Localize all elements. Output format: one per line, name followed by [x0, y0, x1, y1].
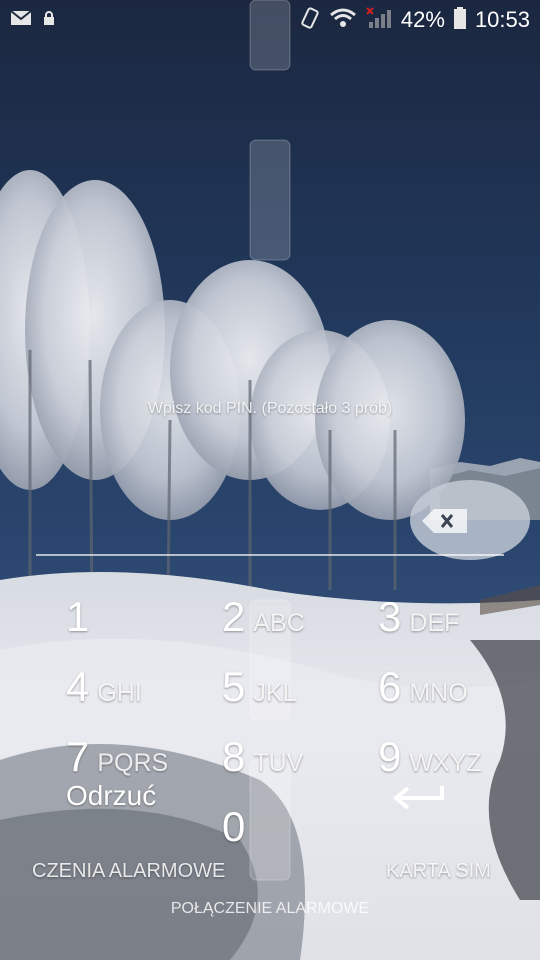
- status-right: 42% 10:53: [299, 6, 530, 35]
- key-letters: DEF: [409, 609, 460, 637]
- key-letters: MNO: [409, 679, 468, 707]
- key-letters: JKL: [253, 679, 297, 707]
- status-bar: 42% 10:53: [0, 0, 540, 40]
- key-digit: 0: [222, 803, 246, 850]
- pin-entry-underline: [36, 554, 504, 556]
- key-0[interactable]: 0: [222, 784, 372, 848]
- key-2[interactable]: 2 ABC: [222, 574, 372, 638]
- return-arrow-icon: [392, 786, 444, 810]
- key-1[interactable]: 1: [66, 574, 216, 638]
- key-digit: 3: [378, 593, 402, 640]
- bottom-emergency-call[interactable]: POŁĄCZENIE ALARMOWE: [0, 900, 540, 918]
- key-letters: TUV: [253, 749, 304, 777]
- key-letters: WXYZ: [409, 749, 482, 777]
- battery-icon: [453, 6, 467, 35]
- lock-icon: [42, 10, 56, 31]
- key-digit: 1: [66, 593, 90, 640]
- emergency-call-button[interactable]: CZENIA ALARMOWE: [32, 860, 225, 883]
- key-7[interactable]: 7 PQRS: [66, 714, 216, 778]
- key-digit: 5: [222, 663, 246, 710]
- wifi-icon: [329, 7, 357, 34]
- key-digit: 9: [378, 733, 402, 780]
- battery-percent: 42%: [400, 7, 445, 32]
- key-letters: GHI: [97, 679, 142, 707]
- pin-prompt: Wpisz kod PIN. (Pozostało 3 prób): [147, 400, 393, 417]
- enter-button[interactable]: [392, 782, 446, 812]
- key-digit: 7: [66, 733, 90, 780]
- status-left: [10, 9, 56, 31]
- key-8[interactable]: 8 TUV: [222, 714, 372, 778]
- gmail-icon: [10, 9, 32, 31]
- key-5[interactable]: 5 JKL: [222, 644, 372, 708]
- sim-card-button[interactable]: KARTA SIM: [386, 860, 491, 883]
- delete-button[interactable]: [420, 508, 468, 534]
- key-6[interactable]: 6 MNO: [378, 644, 528, 708]
- key-letters: PQRS: [97, 749, 169, 777]
- key-4[interactable]: 4 GHI: [66, 644, 216, 708]
- dismiss-button[interactable]: Odrzuć: [66, 780, 156, 812]
- key-3[interactable]: 3 DEF: [378, 574, 528, 638]
- no-signal-icon: [365, 6, 393, 35]
- key-letters: ABC: [253, 609, 305, 637]
- backspace-tag-icon: [422, 509, 467, 533]
- key-9[interactable]: 9 WXYZ: [378, 714, 528, 778]
- key-digit: 2: [222, 593, 246, 640]
- key-digit: 6: [378, 663, 402, 710]
- rotation-icon: [299, 6, 321, 35]
- key-digit: 4: [66, 663, 90, 710]
- key-digit: 8: [222, 733, 246, 780]
- status-time: 10:53: [474, 7, 530, 32]
